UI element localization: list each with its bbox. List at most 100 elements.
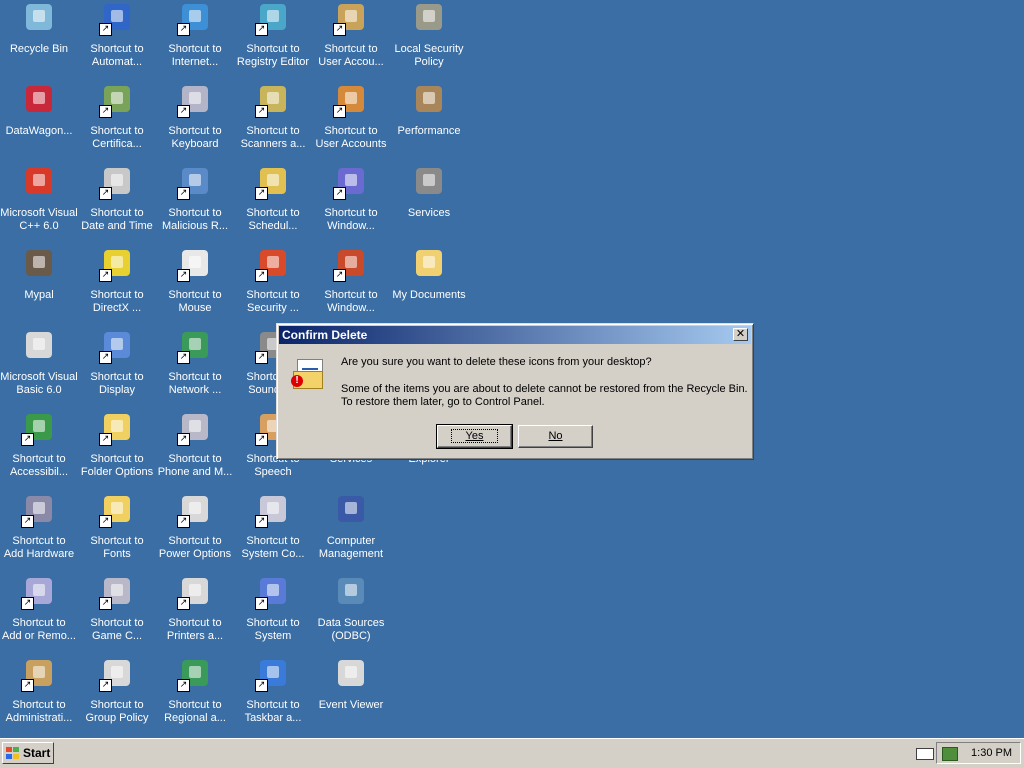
- desktop-icon-label: Shortcut to Phone and M...: [157, 453, 233, 478]
- desktop-icon-label: Shortcut to Folder Options: [80, 453, 154, 478]
- desktop-icon-label: Shortcut to Registry Editor: [236, 43, 310, 68]
- desktop-icon[interactable]: ↗ Shortcut to System: [234, 574, 312, 654]
- desktop-icon[interactable]: ↗ Shortcut to Malicious R...: [156, 164, 234, 244]
- desktop-icon-image: ↗: [255, 658, 289, 692]
- desktop-icon-image: [23, 166, 55, 198]
- desktop-icon-image: [335, 576, 367, 608]
- desktop-icon[interactable]: ↗ Shortcut to Registry Editor: [234, 0, 312, 80]
- desktop-icon[interactable]: ↗ Shortcut to Administrati...: [0, 656, 78, 736]
- desktop-icon-image: ↗: [21, 576, 55, 610]
- desktop-icon-label: Shortcut to Network ...: [168, 371, 222, 396]
- shortcut-arrow-icon: ↗: [255, 597, 268, 610]
- desktop-icon-image: ↗: [177, 84, 211, 118]
- dialog-detail-line1: Some of the items you are about to delet…: [341, 383, 748, 395]
- desktop-icon-label: Shortcut to Mouse: [168, 289, 222, 314]
- no-button[interactable]: No: [518, 425, 593, 448]
- keyboard-icon[interactable]: [916, 748, 934, 760]
- desktop-icon[interactable]: ↗ Shortcut to Add or Remo...: [0, 574, 78, 654]
- desktop-icon-label: Shortcut to Scanners a...: [240, 125, 306, 150]
- start-button[interactable]: Start: [2, 742, 54, 764]
- close-icon: ✕: [735, 327, 746, 340]
- desktop-icon[interactable]: ↗ Shortcut to Date and Time: [78, 164, 156, 244]
- desktop-icon[interactable]: ↗ Shortcut to Taskbar a...: [234, 656, 312, 736]
- desktop-icon-label: Shortcut to Schedul...: [246, 207, 300, 232]
- desktop-icon[interactable]: ↗ Shortcut to Schedul...: [234, 164, 312, 244]
- desktop-icon-image: [23, 2, 55, 34]
- desktop-icon[interactable]: ↗ Shortcut to Phone and M...: [156, 410, 234, 490]
- desktop-icon-label: Services: [407, 207, 451, 219]
- desktop-icon-label: My Documents: [392, 289, 466, 301]
- desktop-icon[interactable]: Microsoft Visual C++ 6.0: [0, 164, 78, 244]
- desktop-icon[interactable]: ↗ Shortcut to Automat...: [78, 0, 156, 80]
- desktop-icon-image: ↗: [99, 248, 133, 282]
- desktop-icon[interactable]: ↗ Shortcut to Security ...: [234, 246, 312, 326]
- clock[interactable]: 1:30 PM: [971, 747, 1012, 759]
- desktop-icon-image: ↗: [177, 658, 211, 692]
- desktop-icon-label: Shortcut to Display: [90, 371, 144, 396]
- desktop-icon[interactable]: ↗ Shortcut to Mouse: [156, 246, 234, 326]
- desktop-icon[interactable]: ↗ Shortcut to Window...: [312, 246, 390, 326]
- desktop-icon[interactable]: ↗ Shortcut to Keyboard: [156, 82, 234, 162]
- desktop-icon[interactable]: ↗ Shortcut to Certifica...: [78, 82, 156, 162]
- desktop-icon[interactable]: ↗ Shortcut to Add Hardware: [0, 492, 78, 572]
- desktop-icon[interactable]: ↗ Shortcut to Group Policy: [78, 656, 156, 736]
- desktop-icon[interactable]: ↗ Shortcut to Internet...: [156, 0, 234, 80]
- desktop-icon-image: ↗: [99, 576, 133, 610]
- desktop-icon-image: ↗: [177, 494, 211, 528]
- desktop-icon[interactable]: Computer Management: [312, 492, 390, 572]
- desktop-icon[interactable]: ↗ Shortcut to Display: [78, 328, 156, 408]
- shortcut-arrow-icon: ↗: [21, 597, 34, 610]
- desktop-icon-image: ↗: [333, 248, 367, 282]
- desktop-icon-label: Performance: [397, 125, 461, 137]
- desktop-icon[interactable]: ↗ Shortcut to Power Options: [156, 492, 234, 572]
- shortcut-arrow-icon: ↗: [255, 351, 268, 364]
- desktop-icon[interactable]: ↗ Shortcut to Game C...: [78, 574, 156, 654]
- shortcut-arrow-icon: ↗: [255, 515, 268, 528]
- dialog-titlebar[interactable]: Confirm Delete ✕: [279, 326, 751, 344]
- desktop-icon-label: Mypal: [24, 289, 54, 301]
- desktop-icon-label: Shortcut to Accessibil...: [9, 453, 69, 478]
- desktop-icon[interactable]: My Documents: [390, 246, 468, 326]
- system-tray: 1:30 PM: [936, 742, 1021, 764]
- desktop-icon[interactable]: ↗ Shortcut to Fonts: [78, 492, 156, 572]
- desktop-icon-label: Microsoft Visual C++ 6.0: [0, 207, 78, 232]
- desktop-icon[interactable]: ↗ Shortcut to Window...: [312, 164, 390, 244]
- dialog-title: Confirm Delete: [282, 328, 368, 342]
- desktop-icon[interactable]: ↗ Shortcut to DirectX ...: [78, 246, 156, 326]
- desktop-icon[interactable]: ↗ Shortcut to User Accounts: [312, 82, 390, 162]
- desktop-icon[interactable]: Microsoft Visual Basic 6.0: [0, 328, 78, 408]
- desktop-icon[interactable]: Performance: [390, 82, 468, 162]
- desktop-icon[interactable]: Local Security Policy: [390, 0, 468, 80]
- desktop-icon-image: ↗: [255, 248, 289, 282]
- desktop-icon[interactable]: ↗ Shortcut to Folder Options: [78, 410, 156, 490]
- desktop-icon-label: Shortcut to Printers a...: [166, 617, 224, 642]
- desktop-icon-label: Shortcut to Game C...: [90, 617, 144, 642]
- desktop-icon[interactable]: Mypal: [0, 246, 78, 326]
- network-icon[interactable]: [942, 747, 958, 761]
- desktop-icon[interactable]: ↗ Shortcut to Accessibil...: [0, 410, 78, 490]
- desktop-icon[interactable]: Event Viewer: [312, 656, 390, 736]
- desktop-icon-label: Shortcut to System: [246, 617, 300, 642]
- close-button[interactable]: ✕: [733, 328, 748, 341]
- desktop-icon[interactable]: DataWagon...: [0, 82, 78, 162]
- shortcut-arrow-icon: ↗: [99, 597, 112, 610]
- desktop-icon[interactable]: ↗ Shortcut to Regional a...: [156, 656, 234, 736]
- desktop-icon-image: [23, 84, 55, 116]
- desktop-icon[interactable]: ↗ Shortcut to System Co...: [234, 492, 312, 572]
- recycle-warning-icon: !: [291, 355, 325, 389]
- desktop-icon[interactable]: ↗ Shortcut to User Accou...: [312, 0, 390, 80]
- desktop-icon[interactable]: Services: [390, 164, 468, 244]
- desktop-icon-image: [23, 330, 55, 362]
- yes-button[interactable]: Yes: [436, 424, 513, 449]
- shortcut-arrow-icon: ↗: [99, 679, 112, 692]
- desktop-icon[interactable]: Data Sources (ODBC): [312, 574, 390, 654]
- shortcut-arrow-icon: ↗: [177, 679, 190, 692]
- desktop-icon[interactable]: ↗ Shortcut to Network ...: [156, 328, 234, 408]
- shortcut-arrow-icon: ↗: [99, 105, 112, 118]
- desktop-icon[interactable]: ↗ Shortcut to Scanners a...: [234, 82, 312, 162]
- desktop-icon[interactable]: ↗ Shortcut to Printers a...: [156, 574, 234, 654]
- shortcut-arrow-icon: ↗: [255, 105, 268, 118]
- shortcut-arrow-icon: ↗: [21, 679, 34, 692]
- desktop-icon[interactable]: Recycle Bin: [0, 0, 78, 80]
- desktop-icon-image: [335, 658, 367, 690]
